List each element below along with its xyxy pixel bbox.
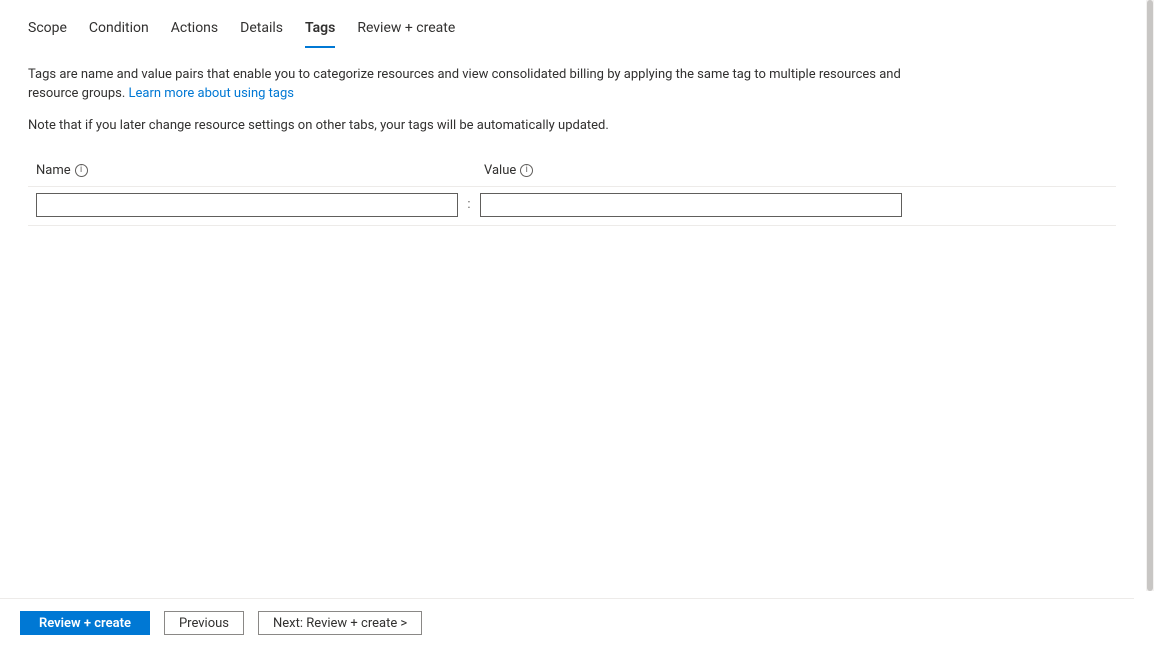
tab-details[interactable]: Details bbox=[240, 18, 283, 48]
tab-scope[interactable]: Scope bbox=[28, 18, 67, 48]
tags-description: Tags are name and value pairs that enabl… bbox=[0, 48, 960, 104]
vertical-scrollbar[interactable] bbox=[1146, 0, 1154, 591]
table-row: : bbox=[28, 187, 1116, 226]
tab-tags[interactable]: Tags bbox=[305, 18, 335, 48]
scrollbar-thumb[interactable] bbox=[1147, 0, 1153, 591]
tab-condition[interactable]: Condition bbox=[89, 18, 149, 48]
tab-bar: Scope Condition Actions Details Tags Rev… bbox=[0, 0, 1144, 48]
name-column-header: Name bbox=[36, 163, 71, 178]
tag-value-input[interactable] bbox=[480, 193, 902, 217]
tab-review[interactable]: Review + create bbox=[357, 18, 455, 48]
next-button[interactable]: Next: Review + create > bbox=[258, 611, 422, 635]
tags-note: Note that if you later change resource s… bbox=[0, 104, 1144, 133]
info-icon[interactable]: i bbox=[520, 164, 533, 177]
previous-button[interactable]: Previous bbox=[164, 611, 244, 635]
tags-table: Name i Value i : bbox=[28, 163, 1116, 226]
info-icon[interactable]: i bbox=[75, 164, 88, 177]
tags-table-header: Name i Value i bbox=[28, 163, 1116, 187]
value-column-header: Value bbox=[484, 163, 516, 178]
tab-actions[interactable]: Actions bbox=[171, 18, 218, 48]
tag-name-input[interactable] bbox=[36, 193, 458, 217]
learn-more-link[interactable]: Learn more about using tags bbox=[129, 86, 295, 101]
review-create-button[interactable]: Review + create bbox=[20, 611, 150, 635]
wizard-footer: Review + create Previous Next: Review + … bbox=[0, 598, 1134, 647]
key-value-separator: : bbox=[458, 197, 480, 212]
